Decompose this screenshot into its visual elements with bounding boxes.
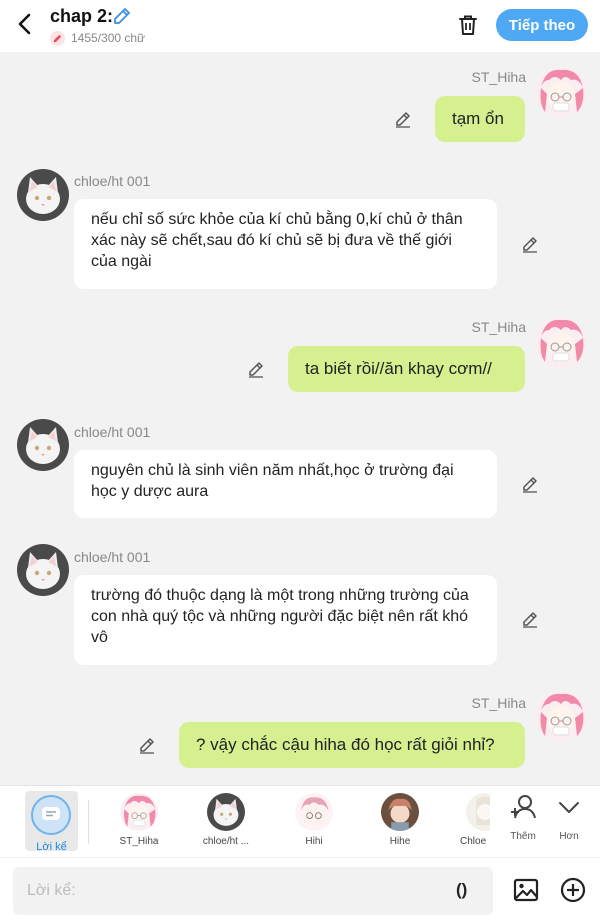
- message-bubble[interactable]: nguyên chủ là sinh viên năm nhất,học ở t…: [74, 450, 497, 518]
- top-bar: chap 2: 1455/300 chữ Tiếp theo: [0, 0, 600, 52]
- character-hihi[interactable]: Hihi: [281, 793, 347, 853]
- hihi-avatar: [295, 793, 333, 831]
- add-label: Thêm: [510, 831, 536, 842]
- sender-name: chloe/ht 001: [74, 549, 151, 565]
- chloe-avatar: [466, 793, 490, 831]
- character-st-hiha[interactable]: ST_Hiha: [106, 793, 172, 853]
- edit-message-pencil-icon[interactable]: [520, 234, 540, 254]
- sender-name: chloe/ht 001: [74, 424, 151, 440]
- image-icon[interactable]: [513, 878, 539, 902]
- character-name: chloe/ht ...: [202, 836, 250, 847]
- character-hihe[interactable]: Hihe: [367, 793, 433, 853]
- trash-icon[interactable]: [456, 13, 480, 37]
- edit-message-pencil-icon[interactable]: [520, 474, 540, 494]
- character-chloe-2[interactable]: Chloe: [440, 793, 490, 853]
- character-chloe[interactable]: chloe/ht ...: [193, 793, 259, 853]
- hihe-avatar: [381, 793, 419, 831]
- sender-name: ST_Hiha: [471, 695, 526, 711]
- edit-title-pencil-icon[interactable]: [112, 6, 132, 26]
- add-character-button[interactable]: Thêm: [506, 794, 540, 846]
- next-button[interactable]: Tiếp theo: [496, 9, 588, 41]
- character-name: Chloe: [460, 836, 487, 847]
- narration-tab[interactable]: Lời kể: [25, 791, 78, 853]
- edit-message-pencil-icon[interactable]: [137, 735, 157, 755]
- word-count: 1455/300 chữ: [71, 31, 146, 45]
- character-bar: Lời kể ST_Hiha chloe/ht ... Hihi Hihe Ch…: [0, 785, 600, 857]
- narration-input[interactable]: [13, 867, 493, 915]
- message-bubble[interactable]: nếu chỉ số sức khỏe của kí chủ bằng 0,kí…: [74, 199, 497, 289]
- chloe-avatar[interactable]: [17, 544, 69, 596]
- character-name: ST_Hiha: [119, 836, 159, 847]
- add-person-icon: [511, 795, 536, 819]
- message-bubble[interactable]: tạm ổn: [435, 96, 525, 142]
- message-bubble[interactable]: ta biết rồi//ăn khay cơm//: [288, 346, 525, 392]
- sender-name: ST_Hiha: [471, 319, 526, 335]
- message-bubble[interactable]: ? vậy chắc cậu hiha đó học rất giỏi nhỉ?: [179, 722, 525, 768]
- divider: [88, 800, 89, 844]
- input-bar: (): [0, 858, 600, 924]
- chloe-avatar[interactable]: [17, 169, 69, 221]
- character-name: Hihi: [305, 836, 323, 847]
- st-hiha-avatar[interactable]: [535, 66, 587, 118]
- chloe-avatar: [207, 793, 245, 831]
- st-hiha-avatar[interactable]: [535, 690, 587, 742]
- more-label: Hơn: [559, 831, 579, 842]
- narration-label: Lời kể: [36, 841, 67, 853]
- st-hiha-avatar[interactable]: [535, 316, 587, 368]
- message-bubble[interactable]: trường đó thuộc dạng là một trong những …: [74, 575, 497, 665]
- chloe-avatar[interactable]: [17, 419, 69, 471]
- word-count-row: 1455/300 chữ: [50, 30, 145, 46]
- chapter-title[interactable]: chap 2:: [50, 6, 113, 27]
- chevron-down-icon: [559, 802, 579, 813]
- edit-message-pencil-icon[interactable]: [246, 359, 266, 379]
- more-button[interactable]: Hơn: [556, 794, 582, 846]
- sender-name: ST_Hiha: [471, 69, 526, 85]
- st-hiha-avatar: [120, 793, 158, 831]
- narration-chat-icon: [31, 795, 71, 835]
- character-name: Hihe: [389, 836, 411, 847]
- back-arrow-icon[interactable]: [14, 10, 38, 38]
- pencil-badge-icon: [50, 30, 65, 46]
- edit-message-pencil-icon[interactable]: [520, 609, 540, 629]
- edit-message-pencil-icon[interactable]: [393, 109, 413, 129]
- parentheses-button[interactable]: (): [456, 880, 467, 900]
- plus-circle-icon[interactable]: [560, 877, 586, 903]
- sender-name: chloe/ht 001: [74, 173, 151, 189]
